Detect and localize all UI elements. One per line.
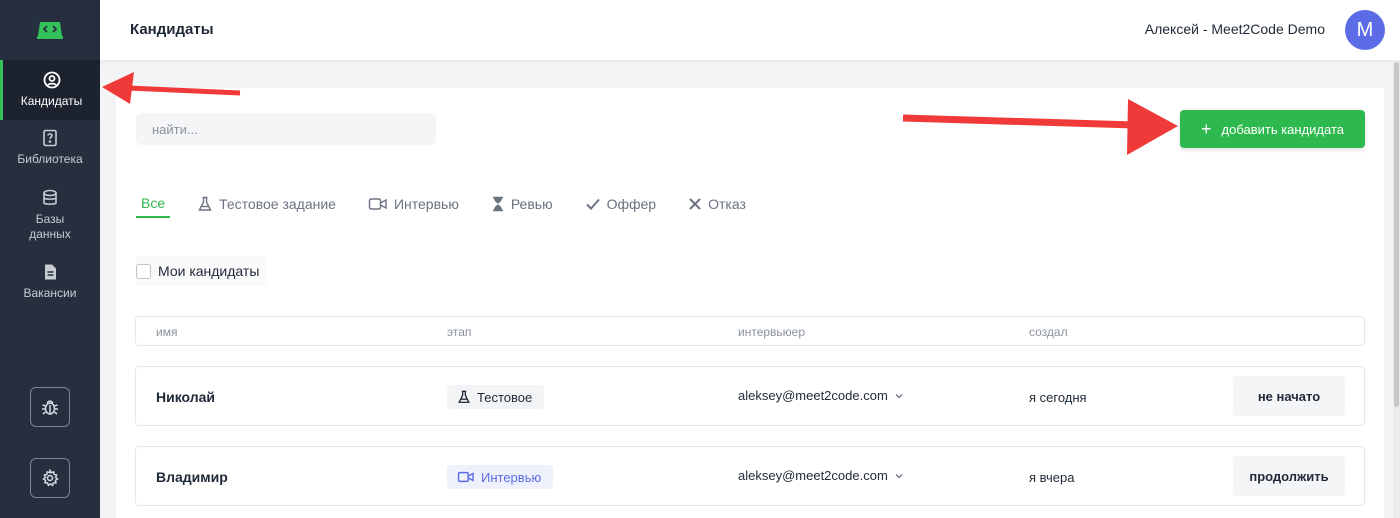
my-candidates-filter[interactable]: Мои кандидаты	[136, 256, 268, 286]
x-icon	[689, 198, 701, 210]
my-candidates-label: Мои кандидаты	[158, 263, 260, 279]
video-icon	[457, 471, 474, 483]
logo-icon	[37, 22, 63, 39]
chevron-down-icon	[895, 393, 903, 398]
sidebar-item-candidates[interactable]: Кандидаты	[0, 60, 100, 120]
bug-icon	[42, 400, 58, 415]
scrollbar-thumb[interactable]	[1394, 62, 1399, 407]
table-row[interactable]: Владимир Интервью aleksey@meet2code.com …	[135, 446, 1365, 506]
table-row[interactable]: Николай Тестовое aleksey@meet2code.com я…	[135, 366, 1365, 426]
created-by: я сегодня	[1029, 390, 1087, 405]
sidebar-item-label: Вакансии	[23, 286, 77, 300]
tab-label: Тестовое задание	[219, 196, 336, 212]
created-by: я вчера	[1029, 470, 1075, 485]
candidate-name[interactable]: Владимир	[156, 469, 228, 485]
search-input[interactable]	[136, 113, 436, 145]
top-header: Кандидаты Алексей - Meet2Code Demo M	[100, 0, 1400, 60]
tab-label: Отказ	[708, 196, 746, 212]
interviewer-select[interactable]: aleksey@meet2code.com	[738, 468, 904, 483]
stage-badge: Тестовое	[447, 385, 545, 409]
candidates-panel: + добавить кандидата Все Тестовое задани…	[116, 88, 1384, 518]
hourglass-icon	[492, 196, 503, 212]
column-header-interviewer: интервьюер	[738, 325, 806, 339]
page-scrollbar[interactable]	[1393, 60, 1400, 518]
chevron-down-icon	[895, 473, 903, 478]
interviewer-email: aleksey@meet2code.com	[738, 468, 888, 483]
stage-label: Интервью	[481, 469, 542, 485]
database-icon	[43, 189, 57, 205]
flask-icon	[458, 390, 470, 403]
check-icon	[585, 198, 600, 210]
tab-label: Оффер	[606, 196, 657, 212]
gear-icon	[42, 469, 59, 487]
stage-badge: Интервью	[447, 465, 554, 489]
tab-label: Все	[141, 195, 166, 211]
sidebar-item-label: Базы данных	[29, 212, 71, 241]
candidate-name[interactable]: Николай	[156, 389, 215, 405]
interviewer-email: aleksey@meet2code.com	[738, 388, 888, 403]
tab-review[interactable]: Ревью	[486, 183, 558, 218]
tab-interview[interactable]: Интервью	[363, 183, 464, 218]
settings-button[interactable]	[30, 458, 70, 498]
continue-button[interactable]: продолжить	[1233, 456, 1345, 496]
avatar[interactable]: M	[1345, 10, 1385, 50]
plus-icon: +	[1200, 119, 1212, 139]
sidebar-item-vacancies[interactable]: Вакансии	[0, 263, 100, 308]
stage-tabs: Все Тестовое задание Интервью Ревью Оффе…	[136, 183, 773, 219]
stage-label: Тестовое	[477, 389, 533, 405]
my-candidates-checkbox[interactable]	[136, 263, 151, 279]
sidebar-item-label: Кандидаты	[20, 94, 83, 108]
page-title: Кандидаты	[130, 21, 214, 38]
not-started-button[interactable]: не начато	[1233, 376, 1345, 416]
question-book-icon	[43, 129, 57, 147]
column-header-created: создал	[1029, 325, 1068, 339]
tab-rejected[interactable]: Отказ	[683, 183, 751, 218]
table-header: имя этап интервьюер создал	[135, 316, 1365, 346]
flask-icon	[198, 196, 212, 211]
user-name[interactable]: Алексей - Meet2Code Demo	[1145, 21, 1325, 37]
sidebar-item-databases[interactable]: Базы данных	[0, 189, 100, 244]
bug-report-button[interactable]	[30, 387, 70, 427]
user-circle-icon	[43, 71, 60, 89]
tab-all[interactable]: Все	[136, 183, 171, 218]
video-icon	[368, 198, 387, 210]
document-icon	[45, 264, 56, 280]
column-header-name: имя	[156, 325, 178, 339]
column-header-stage: этап	[447, 325, 472, 339]
tab-test-task[interactable]: Тестовое задание	[192, 183, 341, 218]
tab-label: Ревью	[510, 196, 553, 212]
app-logo[interactable]	[0, 0, 100, 60]
add-candidate-label: добавить кандидата	[1221, 121, 1345, 137]
sidebar: Кандидаты Библиотека Базы данных Ваканси…	[0, 0, 100, 518]
tab-label: Интервью	[393, 196, 459, 212]
sidebar-item-label: Библиотека	[17, 152, 83, 166]
add-candidate-button[interactable]: + добавить кандидата	[1180, 110, 1365, 148]
sidebar-item-library[interactable]: Библиотека	[0, 129, 100, 174]
interviewer-select[interactable]: aleksey@meet2code.com	[738, 388, 904, 403]
tab-offer[interactable]: Оффер	[580, 183, 662, 218]
